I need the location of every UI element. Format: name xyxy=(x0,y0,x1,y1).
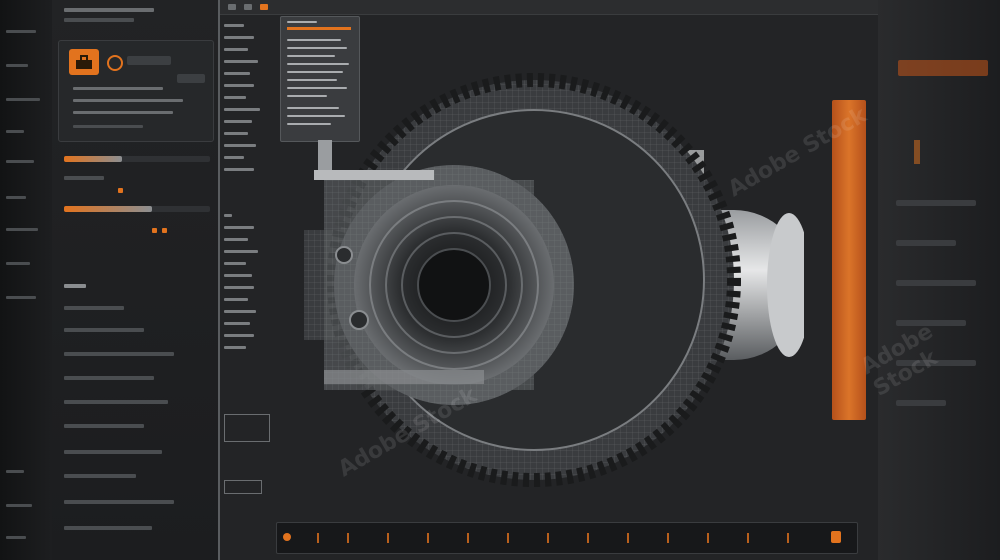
3d-viewport[interactable] xyxy=(284,30,811,500)
property-slider[interactable] xyxy=(64,206,210,212)
orange-accent-panel xyxy=(832,100,866,420)
tool-card xyxy=(58,40,214,142)
play-icon[interactable] xyxy=(283,533,291,541)
far-left-strip xyxy=(0,0,53,560)
frame-label xyxy=(224,480,262,494)
window-toolbar xyxy=(220,0,880,15)
tool-option-chip[interactable] xyxy=(127,56,171,65)
tool-option-chip[interactable] xyxy=(177,74,205,83)
turbine-engine-model xyxy=(304,73,811,487)
toolbox-icon[interactable] xyxy=(69,49,99,75)
property-slider[interactable] xyxy=(64,156,210,162)
thumbnail-frame[interactable] xyxy=(224,414,270,442)
left-tool-panel xyxy=(52,0,219,560)
main-editor-window xyxy=(218,0,880,560)
animation-timeline[interactable] xyxy=(276,522,858,554)
dial-icon[interactable] xyxy=(107,55,123,71)
right-panel-blurred xyxy=(878,0,1000,560)
end-marker-icon[interactable] xyxy=(831,531,841,543)
